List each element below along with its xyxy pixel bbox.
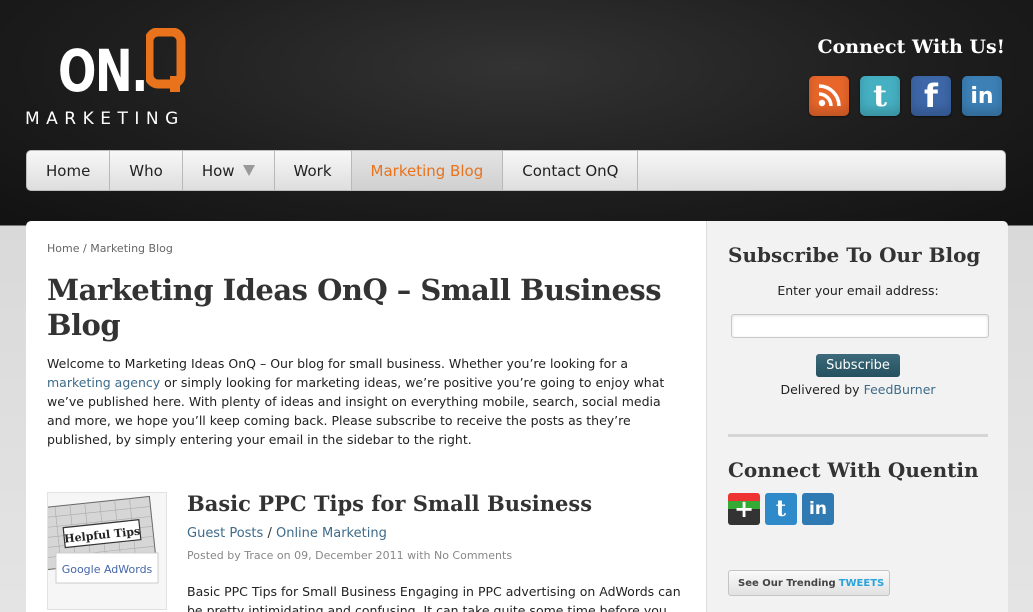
twitter-icon[interactable]: t (765, 493, 797, 525)
sidebar: Subscribe To Our Blog Enter your email a… (706, 221, 1008, 612)
post-title-link[interactable]: Basic PPC Tips for Small Business (187, 491, 592, 516)
facebook-icon[interactable]: f (911, 76, 951, 116)
facebook-glyph: f (924, 77, 938, 115)
nav-label: Home (46, 161, 91, 180)
nav-label: Who (129, 161, 163, 180)
feedburner-link[interactable]: FeedBurner (864, 382, 936, 397)
intro-paragraph: Welcome to Marketing Ideas OnQ – Our blo… (47, 354, 687, 449)
logo-q-icon (146, 28, 186, 92)
nav-item-contact[interactable]: Contact OnQ (503, 151, 639, 190)
adwords-thumbnail-image: Helpful Tips Google AdWords (48, 493, 166, 609)
email-field[interactable] (731, 314, 989, 338)
google-plus-glyph: + (733, 495, 755, 523)
twitter-glyph: t (873, 78, 887, 114)
nav-label: Marketing Blog (370, 161, 484, 180)
main-content: Home / Marketing Blog Marketing Ideas On… (26, 221, 706, 612)
linkedin-icon[interactable]: in (962, 76, 1002, 116)
tweets-word: TWEETS (838, 577, 885, 589)
category-guest-posts[interactable]: Guest Posts (187, 526, 263, 541)
nav-item-home[interactable]: Home (27, 151, 111, 190)
marketing-agency-link[interactable]: marketing agency (47, 375, 160, 390)
google-plus-icon[interactable]: + (728, 493, 760, 525)
nav-label: Work (293, 161, 332, 180)
trending-tweets-button[interactable]: See Our Trending TWEETS (728, 570, 890, 596)
page-title: Marketing Ideas OnQ – Small Business Blo… (47, 273, 662, 342)
delivered-by: Delivered by FeedBurner (707, 382, 1009, 397)
post-meta: Posted by Trace on 09, December 2011 wit… (187, 549, 513, 562)
dropdown-arrow-icon (242, 165, 255, 176)
subscribe-button[interactable]: Subscribe (816, 354, 900, 377)
linkedin-glyph: in (809, 499, 827, 519)
connect-with-us-heading: Connect With Us! (817, 36, 1005, 58)
breadcrumb-separator: / (82, 242, 87, 255)
sidebar-divider (728, 434, 988, 437)
email-label: Enter your email address: (777, 283, 939, 298)
linkedin-glyph: in (970, 83, 994, 109)
onq-logo[interactable]: ON. MARKETING (24, 22, 194, 132)
breadcrumb: Home / Marketing Blog (47, 242, 173, 255)
nav-label: How (201, 161, 235, 180)
nav-item-who[interactable]: Who (110, 151, 183, 190)
category-online-marketing[interactable]: Online Marketing (276, 526, 387, 541)
thumb-text: Google AdWords (62, 563, 153, 576)
nav-item-marketing-blog[interactable]: Marketing Blog (351, 151, 504, 190)
twitter-glyph: t (775, 496, 787, 522)
intro-text: Welcome to Marketing Ideas OnQ – Our blo… (47, 356, 629, 371)
tweets-prefix: See Our Trending (738, 577, 836, 589)
nav-label: Contact OnQ (522, 161, 619, 180)
subscribe-heading: Subscribe To Our Blog (728, 243, 981, 267)
logo-marketing-text: MARKETING (25, 109, 185, 129)
connect-quentin-heading: Connect With Quentin (728, 458, 979, 482)
post-thumbnail[interactable]: Helpful Tips Google AdWords (47, 492, 167, 610)
delivered-by-text: Delivered by (780, 382, 864, 397)
breadcrumb-current: Marketing Blog (90, 242, 173, 255)
main-nav: Home Who How Work Marketing Blog Contact… (26, 150, 1006, 191)
nav-item-how[interactable]: How (183, 151, 275, 190)
category-separator: / (267, 526, 272, 541)
linkedin-icon[interactable]: in (802, 493, 834, 525)
breadcrumb-home-link[interactable]: Home (47, 242, 79, 255)
post-categories: Guest Posts / Online Marketing (187, 526, 387, 541)
nav-item-work[interactable]: Work (275, 151, 352, 190)
site-header: ON. MARKETING Connect With Us! t f in Ho… (0, 0, 1033, 225)
rss-glyph-icon (818, 84, 841, 107)
twitter-icon[interactable]: t (860, 76, 900, 116)
logo-on-text: ON. (58, 37, 148, 105)
post-excerpt: Basic PPC Tips for Small Business Engagi… (187, 584, 681, 612)
rss-icon[interactable] (809, 76, 849, 116)
